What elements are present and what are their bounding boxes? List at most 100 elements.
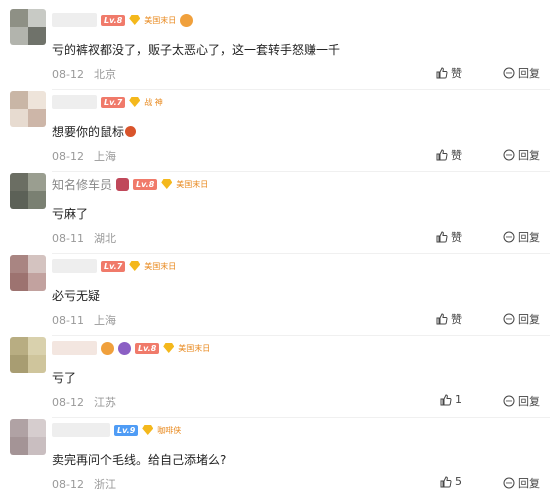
- comment-header: Lv.9 咖啡侠: [52, 422, 181, 438]
- like-button[interactable]: 赞: [436, 311, 462, 327]
- reply-button[interactable]: 回复: [503, 475, 540, 491]
- emoji-icon: [125, 126, 137, 137]
- comment-location: 北京: [93, 68, 116, 81]
- comment-text: 亏的裤衩都没了，贩子太恶心了，这一套转手怒赚一千: [52, 43, 341, 57]
- comment-text: 必亏无疑: [52, 289, 101, 303]
- comment-header: Lv.7 战 神: [52, 94, 163, 110]
- reply-label: 回复: [518, 231, 540, 244]
- comment-text-content: 想要你的鼠标: [52, 125, 125, 139]
- reply-icon: [503, 313, 515, 325]
- gem-icon: [142, 425, 154, 435]
- title-badge: 美国末日: [178, 343, 211, 353]
- comment-location: 江苏: [93, 396, 116, 409]
- title-badge: 美国末日: [176, 179, 209, 189]
- avatar[interactable]: [10, 255, 46, 291]
- divider: [52, 253, 550, 254]
- avatar-tile: [10, 173, 28, 191]
- comment-header: 知名修车员 Lv.8 美国末日: [52, 176, 208, 192]
- like-button[interactable]: 赞: [436, 229, 462, 245]
- like-button[interactable]: 赞: [436, 147, 462, 163]
- comment-location: 湖北: [93, 232, 116, 245]
- comment-actions: 赞 回复: [430, 229, 540, 245]
- reply-button[interactable]: 回复: [503, 393, 540, 409]
- gem-icon: [129, 97, 141, 107]
- comment-actions: 赞 回复: [430, 65, 540, 81]
- comment-meta: 08-11 上海: [52, 312, 116, 328]
- like-count: 5: [455, 475, 462, 488]
- like-count: 赞: [451, 67, 462, 80]
- avatar-tile: [28, 337, 46, 355]
- username-blurred[interactable]: [52, 259, 97, 273]
- avatar[interactable]: [10, 9, 46, 45]
- avatar[interactable]: [10, 419, 46, 455]
- reply-label: 回复: [518, 67, 540, 80]
- thumbs-up-icon: [440, 475, 452, 487]
- comment-date: 08-12: [52, 68, 84, 81]
- avatar-tile: [10, 337, 28, 355]
- username-blurred[interactable]: [52, 423, 110, 437]
- comment-item: Lv.9 咖啡侠 卖完再问个毛线。给自己添堵么? 08-12 浙江 5 回复: [0, 419, 550, 501]
- gem-icon: [129, 15, 141, 25]
- level-badge: Lv.9: [114, 424, 139, 436]
- avatar-tile: [10, 437, 28, 455]
- level-badge: Lv.7: [101, 260, 126, 272]
- like-button[interactable]: 1: [440, 393, 462, 406]
- comment-actions: 1 回复: [430, 393, 540, 409]
- reply-icon: [503, 149, 515, 161]
- comment-text: 想要你的鼠标: [52, 123, 137, 140]
- avatar-tile: [10, 255, 28, 273]
- avatar-tile: [28, 27, 46, 45]
- avatar-tile: [10, 273, 28, 291]
- avatar-tile: [10, 191, 28, 209]
- avatar-tile: [10, 91, 28, 109]
- comment-meta: 08-11 湖北: [52, 230, 116, 246]
- comment-header: Lv.8 美国末日: [52, 12, 194, 28]
- avatar-tile: [28, 109, 46, 127]
- divider: [52, 89, 550, 90]
- avatar-tile: [10, 27, 28, 45]
- avatar-tile: [28, 355, 46, 373]
- like-button[interactable]: 赞: [436, 65, 462, 81]
- reply-button[interactable]: 回复: [503, 147, 540, 163]
- comment-date: 08-11: [52, 314, 84, 327]
- avatar[interactable]: [10, 173, 46, 209]
- divider: [52, 335, 550, 336]
- avatar[interactable]: [10, 337, 46, 373]
- reply-button[interactable]: 回复: [503, 229, 540, 245]
- like-button[interactable]: 5: [440, 475, 462, 488]
- avatar[interactable]: [10, 91, 46, 127]
- reply-button[interactable]: 回复: [503, 65, 540, 81]
- reply-label: 回复: [518, 149, 540, 162]
- comment-text: 亏麻了: [52, 207, 89, 221]
- comment-location: 浙江: [93, 478, 116, 491]
- level-badge: Lv.8: [135, 342, 160, 354]
- username-blurred[interactable]: [52, 341, 97, 355]
- comment-text: 卖完再问个毛线。给自己添堵么?: [52, 453, 227, 467]
- reply-label: 回复: [518, 313, 540, 326]
- avatar-tile: [28, 91, 46, 109]
- avatar-tile: [10, 109, 28, 127]
- thumbs-up-icon: [436, 67, 448, 79]
- purple-emoji-icon: [118, 341, 131, 355]
- reply-button[interactable]: 回复: [503, 311, 540, 327]
- username-blurred[interactable]: [52, 13, 97, 27]
- avatar-tile: [28, 9, 46, 27]
- like-count: 赞: [451, 231, 462, 244]
- username[interactable]: 知名修车员: [52, 176, 112, 193]
- gem-icon: [129, 261, 141, 271]
- thumbs-up-icon: [436, 313, 448, 325]
- comment-item: 知名修车员 Lv.8 美国末日 亏麻了 08-11 湖北 赞 回复: [0, 173, 550, 255]
- comment-item: Lv.7 美国末日 必亏无疑 08-11 上海 赞 回复: [0, 255, 550, 337]
- comment-text: 亏了: [52, 371, 77, 385]
- smile-emoji-icon: [101, 341, 114, 355]
- emoji-badge-icon: [180, 13, 194, 27]
- reply-label: 回复: [518, 477, 540, 490]
- comment-location: 上海: [93, 314, 116, 327]
- username-blurred[interactable]: [52, 95, 97, 109]
- comment-date: 08-11: [52, 232, 84, 245]
- reply-icon: [503, 67, 515, 79]
- title-badge: 美国末日: [144, 261, 177, 271]
- comment-actions: 赞 回复: [430, 147, 540, 163]
- divider: [52, 417, 550, 418]
- level-badge: Lv.7: [101, 96, 126, 108]
